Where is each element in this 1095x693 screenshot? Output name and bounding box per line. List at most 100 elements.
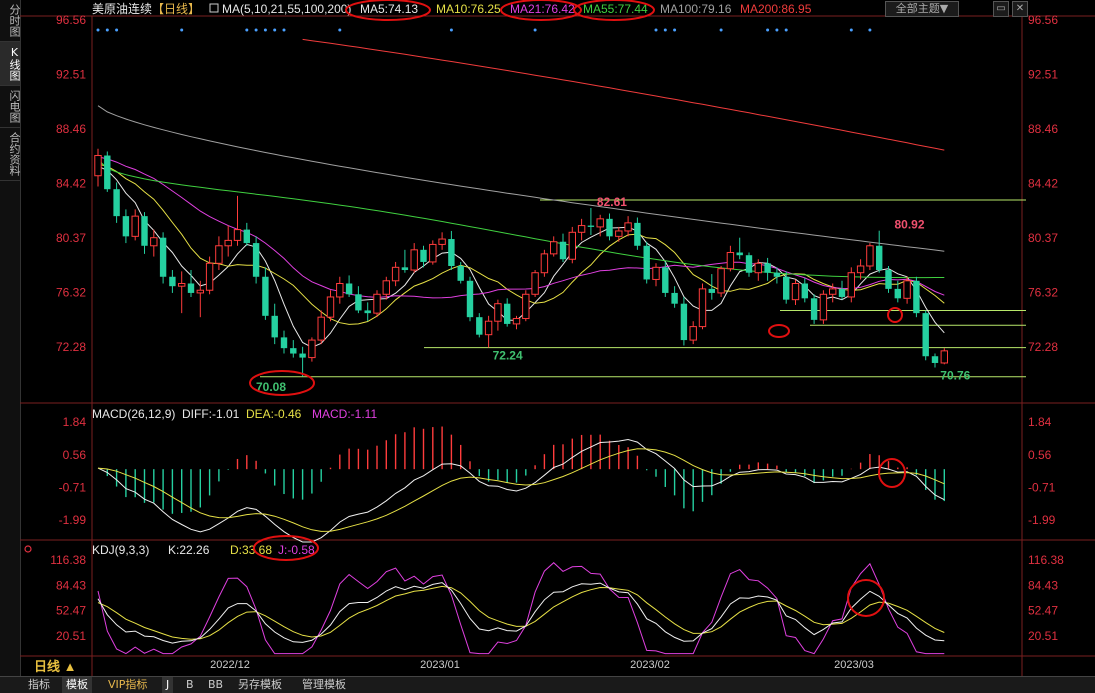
candle-body-up <box>754 262 762 274</box>
kdj-panel[interactable] <box>97 562 945 655</box>
price-tick-left: 92.51 <box>56 68 86 82</box>
kdj-title: KDJ(9,3,3) <box>92 543 149 557</box>
candle-body-up <box>652 266 660 280</box>
candle-body-up <box>829 288 837 295</box>
macd-panel[interactable] <box>97 426 945 543</box>
tab-j[interactable]: J <box>162 677 174 693</box>
date-tick: 2023/02 <box>630 659 670 671</box>
candle-body-down <box>420 249 427 262</box>
kdj-tick-left: 84.43 <box>56 578 86 592</box>
event-dot <box>533 28 537 32</box>
kdj-tick-left: 20.51 <box>56 629 86 643</box>
tab-contract-info[interactable]: 合约资料 <box>0 128 21 181</box>
candle-body-down <box>587 225 595 227</box>
symbol-title: 美原油连续 <box>92 1 152 16</box>
candle-body-up <box>391 266 400 282</box>
tab-tick-chart[interactable]: 闪电图 <box>0 86 21 128</box>
candle-body-down <box>643 245 650 280</box>
macd-dea-value: DEA:-0.46 <box>246 407 302 421</box>
event-dot <box>784 28 788 32</box>
ma-value-label: MA10:76.25 <box>436 2 501 16</box>
candle-body-up <box>847 272 855 298</box>
event-dot <box>273 28 277 32</box>
candle-body-up <box>726 252 735 270</box>
event-dot <box>766 28 770 32</box>
price-annotation: 70.76 <box>940 369 970 383</box>
candle-body-down <box>262 276 269 316</box>
candle-body-up <box>150 237 158 247</box>
minimize-icon[interactable]: ▭ <box>993 1 1009 17</box>
candle-body-up <box>484 320 493 336</box>
tab-time-sharing[interactable]: 分时图 <box>0 0 21 42</box>
candle-body-up <box>577 225 586 233</box>
tab-bb[interactable]: BB <box>204 677 227 693</box>
close-icon[interactable]: ✕ <box>1012 1 1028 17</box>
candle-body-down <box>736 252 743 256</box>
candle-body-up <box>568 231 576 260</box>
candle-body-up <box>373 293 381 314</box>
event-dot <box>654 28 658 32</box>
kdj-tick-right: 84.43 <box>1028 578 1058 592</box>
price-tick-left: 80.37 <box>56 231 86 245</box>
price-tick-right: 76.32 <box>1028 286 1058 300</box>
candle-body-down <box>504 303 511 324</box>
candle-body-down <box>764 263 771 273</box>
ma-value-label: MA55:77.44 <box>583 2 648 16</box>
candle-body-down <box>104 155 111 190</box>
candle-body-up <box>233 229 242 241</box>
candle-body-up <box>429 243 437 263</box>
kdj-d-value: D:33.68 <box>230 543 272 557</box>
candle-body-up <box>819 293 828 321</box>
macd-tick-left: -0.71 <box>59 480 87 494</box>
left-view-tabs: 分时图 K线图 闪电图 合约资料 <box>0 0 21 678</box>
candle-body-down <box>169 276 176 287</box>
price-tick-right: 88.46 <box>1028 122 1058 136</box>
candle-body-down <box>559 241 567 260</box>
kdj-d-line <box>97 585 945 640</box>
candle-body-up <box>903 280 911 299</box>
candle-body-down <box>364 310 371 314</box>
candle-body-down <box>606 218 613 237</box>
price-annotation: 82.61 <box>597 195 627 209</box>
tab-templates[interactable]: 模板 <box>62 677 92 693</box>
kdj-j-value: J:-0.58 <box>278 543 315 557</box>
candle-body-up <box>531 272 539 295</box>
settings-icon <box>24 545 32 553</box>
price-panel[interactable] <box>94 28 1026 378</box>
candle-body-up <box>550 241 558 255</box>
candle-body-down <box>476 317 483 335</box>
candle-body-down <box>773 272 781 277</box>
macd-macd-value: MACD:-1.11 <box>312 407 377 421</box>
event-dot <box>719 28 723 32</box>
ma5-line <box>97 165 945 348</box>
candle-body-down <box>271 315 278 338</box>
candle-body-down <box>662 267 669 293</box>
price-tick-left: 76.32 <box>56 286 86 300</box>
candle-body-up <box>410 249 418 271</box>
event-dot <box>263 28 267 32</box>
candle-body-up <box>940 350 948 364</box>
candle-body-down <box>280 337 288 349</box>
candle-body-down <box>885 270 892 289</box>
candle-body-up <box>866 245 874 267</box>
candle-body-down <box>457 265 464 281</box>
tab-b[interactable]: B <box>182 677 198 693</box>
event-dot <box>449 28 453 32</box>
manage-template-button[interactable]: 管理模板 <box>298 677 350 693</box>
kdj-tick-right: 116.38 <box>1028 553 1064 567</box>
tab-vip-indicators[interactable]: VIP指标 <box>104 677 151 693</box>
candle-body-up <box>689 326 697 341</box>
event-dot <box>105 28 109 32</box>
candle-body-down <box>876 245 883 271</box>
event-dot <box>868 28 872 32</box>
candle-body-up <box>698 288 707 328</box>
tab-indicators[interactable]: 指标 <box>24 677 54 693</box>
candle-body-down <box>448 239 455 266</box>
candle-body-down <box>913 280 920 314</box>
tab-kline[interactable]: K线图 <box>0 42 21 86</box>
save-template-button[interactable]: 另存模板 <box>234 677 286 693</box>
theme-dropdown[interactable]: 全部主题▼ <box>885 1 959 17</box>
event-dot <box>245 28 249 32</box>
kline-chart-area[interactable]: 96.56 96.56 92.51 92.51 88.46 88.46 84.42 84.42… <box>20 0 1095 676</box>
candle-body-down <box>345 283 353 295</box>
